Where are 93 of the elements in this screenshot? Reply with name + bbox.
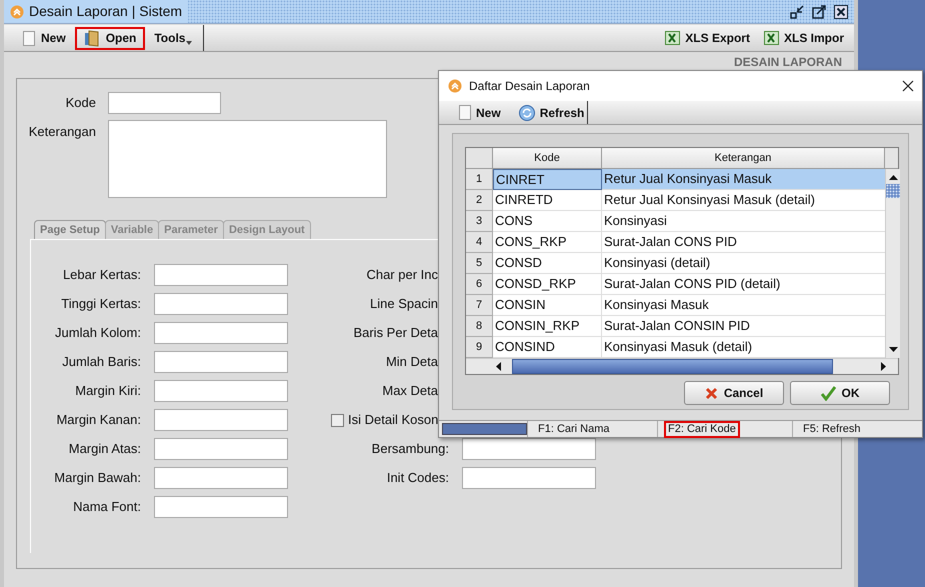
new-button[interactable]: New <box>459 104 501 122</box>
refresh-button[interactable]: Refresh <box>518 104 584 122</box>
table-cell: CINRET <box>493 169 602 190</box>
cross-icon <box>704 386 718 400</box>
tools-menu-button[interactable]: Tools <box>145 26 202 50</box>
table-row[interactable]: 7 CONSIN Konsinyasi Masuk <box>466 295 885 316</box>
row-number: 4 <box>466 232 493 253</box>
status-text: F5: Refresh <box>802 422 862 437</box>
text-input[interactable] <box>154 438 288 460</box>
row-number: 2 <box>466 190 493 211</box>
field-label: Keterangan <box>28 123 96 141</box>
status-text: F1: Cari Nama <box>537 422 611 437</box>
checkmark-icon <box>820 386 836 400</box>
close-icon <box>902 80 914 92</box>
scroll-down-icon <box>888 347 898 353</box>
scrollbar-thumb[interactable] <box>886 184 900 198</box>
keterangan-textarea[interactable] <box>108 120 387 198</box>
blank-page-icon <box>459 105 471 120</box>
text-input[interactable] <box>154 409 288 431</box>
column-header: Keterangan <box>602 148 885 169</box>
blank-page-icon <box>23 30 35 46</box>
close-button[interactable] <box>902 80 914 92</box>
open-button[interactable]: Open <box>74 26 146 50</box>
row-number: 9 <box>466 337 493 358</box>
row-number: 3 <box>466 211 493 232</box>
section-heading: DESAIN LAPORAN <box>734 54 842 70</box>
table-row[interactable]: 3 CONS Konsinyasi <box>466 211 885 232</box>
field-label: Nama Font: <box>72 498 141 516</box>
xls-button[interactable]: XLS Impor <box>764 29 844 47</box>
field-label: Bersambung: <box>370 440 449 458</box>
field-label: Min Deta <box>384 353 439 372</box>
text-input[interactable] <box>154 467 288 489</box>
field-label: Margin Kanan: <box>55 411 141 430</box>
field-label: Jumlah Baris: <box>61 353 141 372</box>
door-icon <box>84 30 100 46</box>
row-number: 6 <box>466 274 493 295</box>
row-number: 7 <box>466 295 493 316</box>
scroll-left-icon <box>496 362 502 371</box>
text-input[interactable] <box>154 293 288 315</box>
field-label: Line Spacin <box>369 295 439 314</box>
table-row[interactable]: 6 CONSD_RKP Surat-Jalan CONS PID (detail) <box>466 274 885 295</box>
text-input[interactable] <box>154 322 288 344</box>
field-label: Kode <box>64 94 96 112</box>
field-label: Baris Per Deta <box>352 324 439 342</box>
scroll-up-icon <box>888 175 898 181</box>
checkbox[interactable] <box>331 414 344 426</box>
caret-icon <box>186 41 192 45</box>
window-title: Desain Laporan | Sistem <box>29 2 182 21</box>
spreadsheet-icon <box>764 31 779 45</box>
table-row[interactable]: 4 CONS_RKP Surat-Jalan CONS PID <box>466 232 885 253</box>
row-number: 5 <box>466 253 493 274</box>
xls-button[interactable]: XLS Export <box>665 29 750 47</box>
row-number: 8 <box>466 316 493 337</box>
text-input[interactable] <box>154 380 288 402</box>
refresh-icon <box>518 104 535 120</box>
field-label: Jumlah Kolom: <box>54 324 141 342</box>
text-input[interactable] <box>462 438 596 460</box>
cancel-button[interactable]: Cancel <box>684 381 784 405</box>
status-text: F2: Cari Kode <box>664 421 740 438</box>
field-label: Max Deta <box>381 382 439 400</box>
ok-button[interactable]: OK <box>790 381 890 405</box>
text-input[interactable] <box>154 351 288 373</box>
text-input[interactable] <box>154 496 288 518</box>
row-number: 1 <box>466 169 493 190</box>
scroll-right-icon <box>881 362 887 371</box>
app-logo-icon <box>448 79 462 93</box>
field-label: Init Codes: <box>386 469 449 488</box>
app-logo-icon <box>10 4 24 18</box>
vertical-scrollbar[interactable] <box>885 169 900 358</box>
text-input[interactable] <box>462 467 596 489</box>
field-label: Margin Bawah: <box>53 469 141 488</box>
table-row[interactable]: 5 CONSD Konsinyasi (detail) <box>466 253 885 274</box>
kode-input[interactable] <box>108 92 221 114</box>
horizontal-scrollbar[interactable] <box>466 358 898 374</box>
maximize-icon <box>812 4 826 18</box>
new-button[interactable]: New <box>14 26 75 50</box>
column-header: Kode <box>493 148 602 169</box>
table-row[interactable]: 8 CONSIN_RKP Surat-Jalan CONSIN PID <box>466 316 885 337</box>
close-icon <box>834 4 848 18</box>
checkbox-label: Isi Detail Koson <box>348 411 438 430</box>
table-row[interactable]: 9 CONSIND Konsinyasi Masuk (detail) <box>466 337 885 358</box>
table-row[interactable]: 2 CINRETD Retur Jual Konsinyasi Masuk (detail) <box>466 190 885 211</box>
field-label: Lebar Kertas: <box>62 266 141 284</box>
restore-icon <box>790 4 804 18</box>
field-label: Margin Atas: <box>68 440 141 458</box>
field-label: Char per Inc <box>365 266 439 284</box>
spreadsheet-icon <box>665 31 680 45</box>
table-row[interactable]: 1 CINRET Retur Jual Konsinyasi Masuk <box>466 169 885 190</box>
field-label: Margin Kiri: <box>74 382 141 400</box>
text-input[interactable] <box>154 264 288 286</box>
field-label: Tinggi Kertas: <box>60 295 141 314</box>
scrollbar-thumb[interactable] <box>512 359 833 374</box>
dialog-title: Daftar Desain Laporan <box>469 78 590 95</box>
